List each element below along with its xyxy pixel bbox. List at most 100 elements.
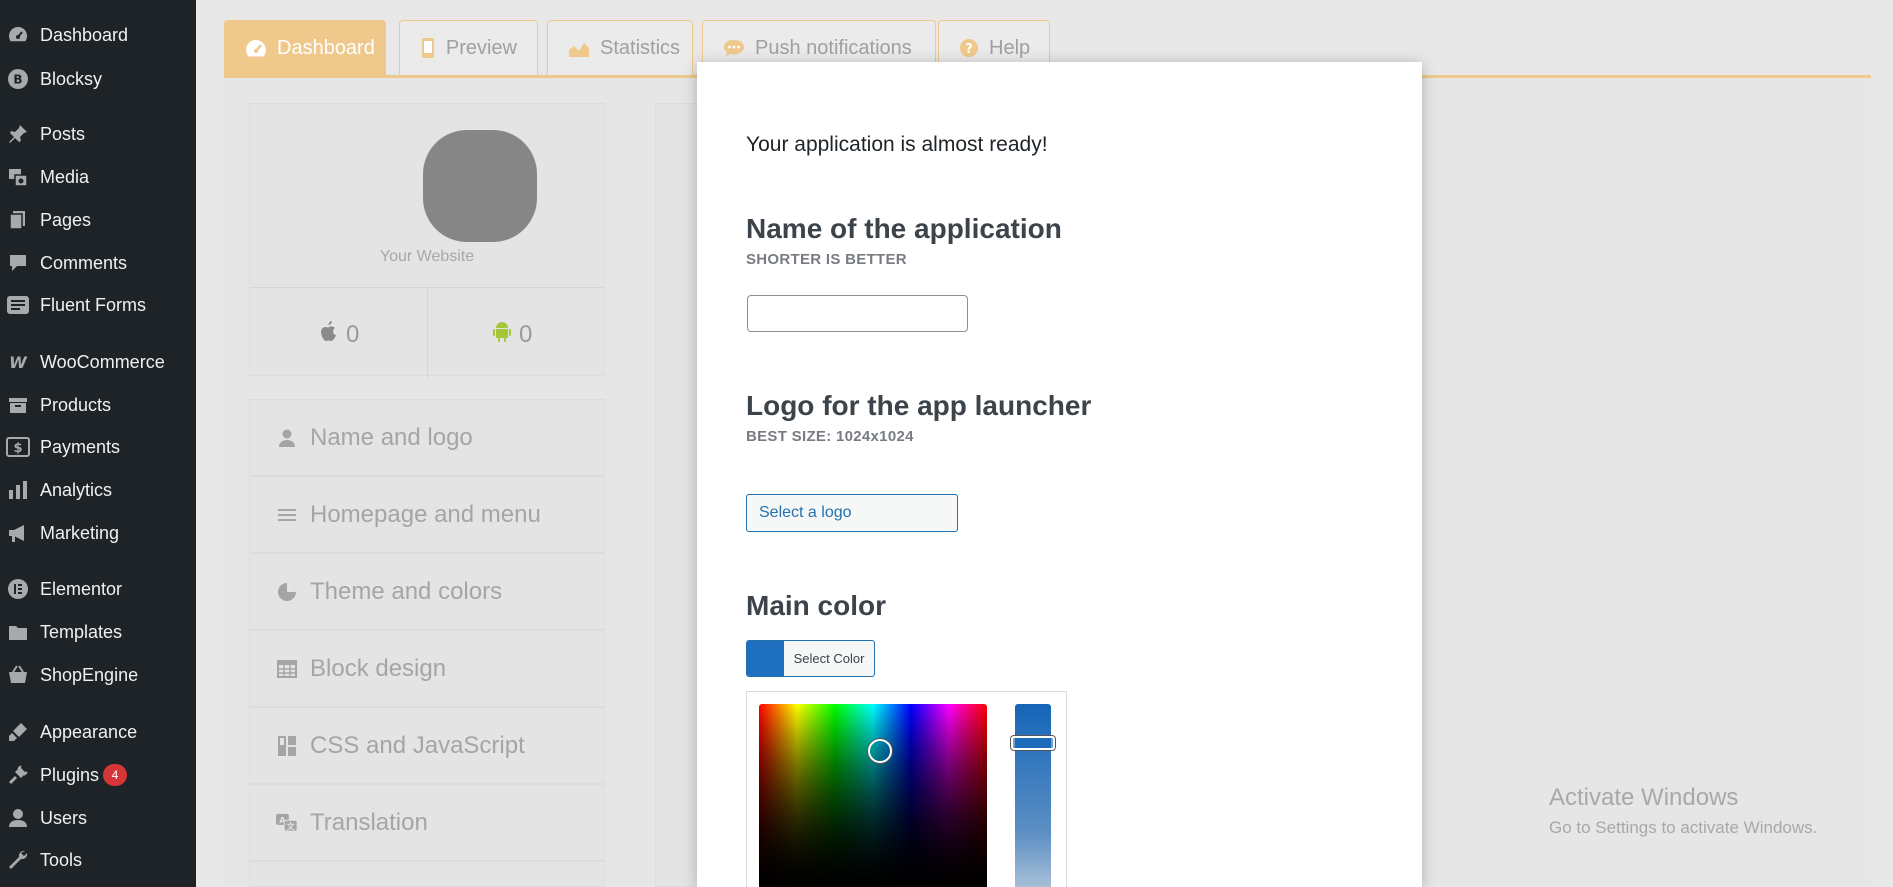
- sidebar-item-pages[interactable]: Pages: [0, 202, 196, 238]
- archive-icon: [6, 393, 30, 417]
- color-picker-handle[interactable]: [868, 739, 892, 763]
- apple-icon: [320, 320, 338, 349]
- sidebar-item-marketing[interactable]: Marketing: [0, 515, 196, 551]
- app-name-input[interactable]: [747, 295, 968, 332]
- update-count-badge: 4: [103, 764, 127, 786]
- menu-lines-icon: [276, 504, 298, 526]
- table-grid-icon: [276, 658, 298, 680]
- dashboard-icon: [6, 23, 30, 47]
- pages-icon: [6, 208, 30, 232]
- sidebar-item-users[interactable]: Users: [0, 800, 196, 836]
- plug-icon: [6, 763, 30, 787]
- comment-icon: [6, 251, 30, 275]
- sidebar-item-blocksy[interactable]: B Blocksy: [0, 61, 196, 97]
- tab-label: Preview: [445, 36, 517, 59]
- sidebar-item-shopengine[interactable]: ShopEngine: [0, 657, 196, 693]
- sidebar-item-elementor[interactable]: Elementor: [0, 571, 196, 607]
- nav-label: CSS and JavaScript: [310, 731, 525, 759]
- sidebar-item-label: WooCommerce: [40, 351, 165, 372]
- sidebar-item-appearance[interactable]: Appearance: [0, 714, 196, 750]
- nav-label: Theme and colors: [310, 577, 503, 605]
- blocksy-icon: B: [6, 67, 30, 91]
- sidebar-item-label: Fluent Forms: [40, 294, 147, 315]
- nav-translation[interactable]: A文 Translation: [249, 784, 605, 861]
- ios-stat: 0: [320, 320, 359, 349]
- sidebar-item-fluent-forms[interactable]: Fluent Forms: [0, 287, 196, 323]
- brush-icon: [6, 720, 30, 744]
- tab-statistics[interactable]: Statistics: [547, 20, 693, 75]
- megaphone-icon: [6, 521, 30, 545]
- ready-message: Your application is almost ready!: [746, 133, 1048, 156]
- media-icon: [6, 165, 30, 189]
- dollar-icon: $: [6, 435, 30, 459]
- sidebar-item-label: Appearance: [40, 721, 138, 742]
- area-chart-icon: [568, 37, 590, 59]
- sidebar-item-woocommerce[interactable]: W WooCommerce: [0, 344, 196, 380]
- site-name: Your Website: [379, 248, 475, 265]
- nav-name-and-logo[interactable]: Name and logo: [249, 399, 605, 476]
- shade-slider-handle[interactable]: [1011, 736, 1055, 750]
- divider: [427, 288, 428, 378]
- logo-size-hint: BEST SIZE: 1024x1024: [746, 428, 914, 445]
- app-setup-modal: Your application is almost ready! Name o…: [697, 62, 1422, 887]
- basket-icon: [6, 663, 30, 687]
- sidebar-item-plugins[interactable]: Plugins 4: [0, 757, 196, 793]
- tab-label: Dashboard: [277, 36, 375, 59]
- android-count: 0: [519, 320, 533, 348]
- admin-sidebar: Dashboard B Blocksy Posts Media Pages Co…: [0, 0, 196, 887]
- sidebar-item-posts[interactable]: Posts: [0, 116, 196, 152]
- color-picker: [746, 691, 1067, 887]
- app-name-heading: Name of the application: [746, 213, 1062, 244]
- activate-windows-watermark: Activate Windows Go to Settings to activ…: [1549, 784, 1817, 838]
- sidebar-item-label: Dashboard: [40, 24, 129, 45]
- sidebar-item-label: Analytics: [40, 479, 113, 500]
- wrench-icon: [6, 848, 30, 872]
- user-icon: [6, 806, 30, 830]
- sidebar-item-label: Users: [40, 807, 88, 828]
- svg-text:B: B: [13, 73, 22, 87]
- color-swatch: [747, 641, 784, 676]
- sidebar-item-templates[interactable]: Templates: [0, 614, 196, 650]
- tab-label: Statistics: [600, 36, 681, 59]
- nav-more[interactable]: [249, 861, 605, 887]
- user-icon: [276, 427, 298, 449]
- sidebar-item-label: Templates: [40, 621, 123, 642]
- nav-homepage-and-menu[interactable]: Homepage and menu: [249, 476, 605, 553]
- sidebar-item-dashboard[interactable]: Dashboard: [0, 17, 196, 53]
- sidebar-item-label: Elementor: [40, 578, 123, 599]
- nav-theme-and-colors[interactable]: Theme and colors: [249, 553, 605, 630]
- select-logo-button[interactable]: Select a logo: [746, 494, 958, 532]
- sidebar-item-label: Media: [40, 166, 90, 187]
- tab-label: Push notifications: [755, 36, 912, 59]
- sidebar-item-products[interactable]: Products: [0, 387, 196, 423]
- sidebar-item-tools[interactable]: Tools: [0, 842, 196, 878]
- watermark-subtitle: Go to Settings to activate Windows.: [1549, 818, 1818, 837]
- saturation-area[interactable]: [759, 704, 987, 887]
- tab-dashboard[interactable]: Dashboard: [224, 20, 386, 75]
- folder-icon: [6, 620, 30, 644]
- sidebar-item-label: ShopEngine: [40, 664, 139, 685]
- main-color-heading: Main color: [746, 590, 887, 621]
- question-circle-icon: ?: [959, 37, 979, 59]
- sidebar-item-payments[interactable]: $ Payments: [0, 429, 196, 465]
- sidebar-item-label: Posts: [40, 123, 86, 144]
- forms-icon: [6, 293, 30, 317]
- app-name-hint: SHORTER IS BETTER: [746, 251, 907, 268]
- shade-slider[interactable]: [1015, 704, 1051, 887]
- chat-bubble-icon: [723, 37, 745, 59]
- select-color-button[interactable]: Select Color: [746, 640, 875, 677]
- svg-text:W: W: [9, 353, 28, 372]
- tab-preview[interactable]: Preview: [399, 20, 538, 75]
- tab-label: Help: [989, 36, 1031, 59]
- sidebar-item-analytics[interactable]: Analytics: [0, 472, 196, 508]
- nav-block-design[interactable]: Block design: [249, 630, 605, 707]
- sidebar-item-label: Products: [40, 394, 112, 415]
- bar-chart-icon: [6, 478, 30, 502]
- sidebar-item-comments[interactable]: Comments: [0, 245, 196, 281]
- translate-icon: A文: [276, 812, 298, 834]
- logo-heading: Logo for the app launcher: [746, 390, 1092, 421]
- sidebar-item-media[interactable]: Media: [0, 159, 196, 195]
- nav-css-and-javascript[interactable]: CSS and JavaScript: [249, 707, 605, 784]
- sidebar-item-label: Tools: [40, 849, 83, 870]
- app-profile-card: Your Website 0 0: [249, 103, 605, 378]
